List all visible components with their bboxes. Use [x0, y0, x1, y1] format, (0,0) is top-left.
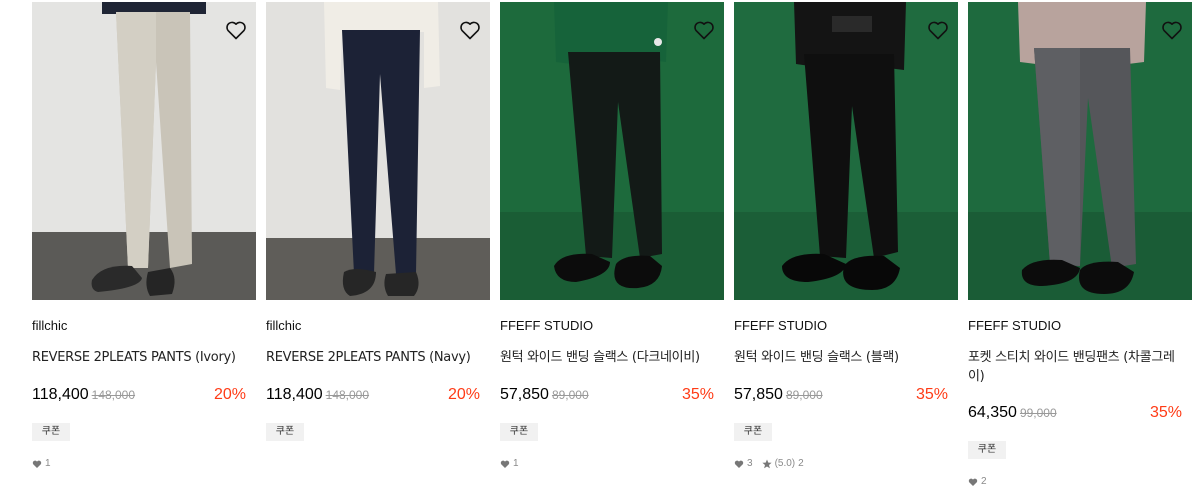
discount-rate: 35%: [915, 386, 948, 403]
wishlist-heart-icon[interactable]: [224, 18, 248, 42]
product-name[interactable]: 원턱 와이드 밴딩 슬랙스 (다크네이비): [500, 348, 714, 367]
original-price: 148,000: [91, 388, 136, 402]
discount-rate: 20%: [213, 386, 246, 403]
sale-price: 118,400: [32, 386, 89, 403]
like-heart-icon: [968, 477, 978, 487]
brand-name[interactable]: FFEFF STUDIO: [734, 318, 827, 333]
like-heart-icon: [734, 459, 744, 469]
product-image[interactable]: [734, 2, 958, 300]
product-image[interactable]: [500, 2, 724, 300]
sale-price: 57,850: [500, 386, 549, 403]
original-price: 89,000: [785, 388, 823, 402]
brand-name[interactable]: fillchic: [32, 318, 67, 333]
like-count: 3: [747, 458, 753, 469]
like-count: 1: [45, 458, 51, 469]
discount-rate: 20%: [447, 386, 480, 403]
product-name[interactable]: 포켓 스티치 와이드 밴딩팬츠 (차콜그레이): [968, 348, 1182, 386]
price-row: 57,850 89,000 35%: [734, 386, 948, 408]
product-card[interactable]: FFEFF STUDIO 원턱 와이드 밴딩 슬랙스 (블랙) 57,850 89…: [734, 0, 958, 489]
wishlist-heart-icon[interactable]: [926, 18, 950, 42]
like-heart-icon: [500, 459, 510, 469]
product-image[interactable]: [266, 2, 490, 300]
price-row: 118,400 148,000 20%: [32, 386, 246, 408]
coupon-badge: 쿠폰: [266, 423, 304, 441]
original-price: 99,000: [1019, 406, 1057, 420]
price-row: 118,400 148,000 20%: [266, 386, 480, 408]
product-card[interactable]: FFEFF STUDIO 포켓 스티치 와이드 밴딩팬츠 (차콜그레이) 64,…: [968, 0, 1192, 489]
product-card[interactable]: FFEFF STUDIO 원턱 와이드 밴딩 슬랙스 (다크네이비) 57,85…: [500, 0, 724, 489]
product-image[interactable]: [32, 2, 256, 300]
product-stats: 1: [500, 458, 519, 469]
product-stats: 3 (5.0) 2: [734, 458, 804, 469]
product-name[interactable]: REVERSE 2PLEATS PANTS (Navy): [266, 348, 480, 367]
discount-rate: 35%: [1149, 404, 1182, 421]
like-heart-icon: [32, 459, 42, 469]
price-row: 57,850 89,000 35%: [500, 386, 714, 408]
wishlist-heart-icon[interactable]: [692, 18, 716, 42]
like-count: 1: [513, 458, 519, 469]
rating-star-icon: [761, 459, 772, 469]
original-price: 89,000: [551, 388, 589, 402]
brand-name[interactable]: FFEFF STUDIO: [500, 318, 593, 333]
like-count: 2: [981, 476, 987, 487]
coupon-badge: 쿠폰: [734, 423, 772, 441]
wishlist-heart-icon[interactable]: [1160, 18, 1184, 42]
brand-name[interactable]: fillchic: [266, 318, 301, 333]
product-name[interactable]: 원턱 와이드 밴딩 슬랙스 (블랙): [734, 348, 948, 367]
price-row: 64,350 99,000 35%: [968, 404, 1182, 426]
product-image[interactable]: [968, 2, 1192, 300]
product-name[interactable]: REVERSE 2PLEATS PANTS (Ivory): [32, 348, 246, 367]
product-stats: 1: [32, 458, 51, 469]
product-grid: fillchic REVERSE 2PLEATS PANTS (Ivory) 1…: [0, 0, 1200, 489]
product-stats: 2: [968, 476, 987, 487]
sale-price: 118,400: [266, 386, 323, 403]
review-count: 2: [798, 458, 804, 469]
original-price: 148,000: [325, 388, 370, 402]
brand-name[interactable]: FFEFF STUDIO: [968, 318, 1061, 333]
wishlist-heart-icon[interactable]: [458, 18, 482, 42]
sale-price: 64,350: [968, 404, 1017, 421]
discount-rate: 35%: [681, 386, 714, 403]
coupon-badge: 쿠폰: [968, 441, 1006, 459]
product-card[interactable]: fillchic REVERSE 2PLEATS PANTS (Ivory) 1…: [32, 0, 256, 489]
rating-score: (5.0): [774, 458, 796, 469]
sale-price: 57,850: [734, 386, 783, 403]
coupon-badge: 쿠폰: [500, 423, 538, 441]
coupon-badge: 쿠폰: [32, 423, 70, 441]
product-card[interactable]: fillchic REVERSE 2PLEATS PANTS (Navy) 11…: [266, 0, 490, 489]
